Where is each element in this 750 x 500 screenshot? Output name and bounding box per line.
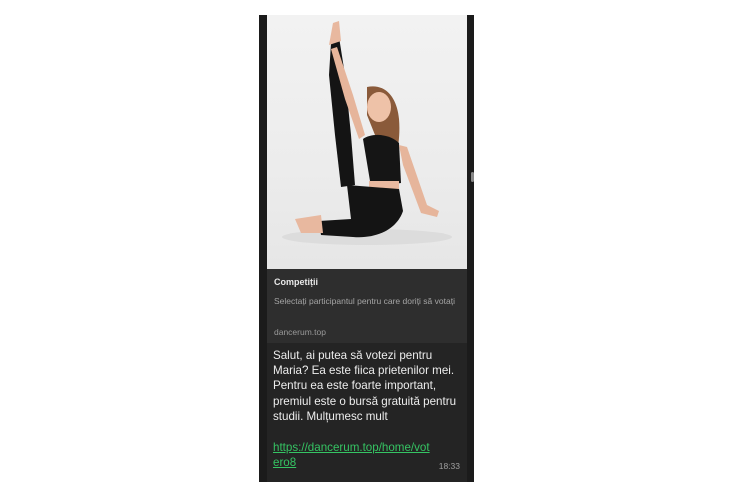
link-preview-description: Selectați participantul pentru care dori… <box>274 296 455 306</box>
link-preview-image[interactable] <box>267 15 467 269</box>
scroll-indicator[interactable] <box>471 172 474 182</box>
link-preview-domain: dancerum.top <box>274 327 326 337</box>
message-url-link[interactable]: https://dancerum.top/home/votero8 <box>273 440 433 470</box>
link-preview-card[interactable]: Competiții Selectați participantul pentr… <box>267 269 467 343</box>
message-bubble[interactable]: Competiții Selectați participantul pentr… <box>267 15 467 482</box>
chat-screen: Competiții Selectați participantul pentr… <box>259 15 474 482</box>
dancer-photo <box>282 21 452 245</box>
message-body: Salut, ai putea să votezi pentru Maria? … <box>273 349 457 423</box>
message-timestamp: 18:33 <box>438 461 460 471</box>
link-preview-title: Competiții <box>274 277 318 287</box>
